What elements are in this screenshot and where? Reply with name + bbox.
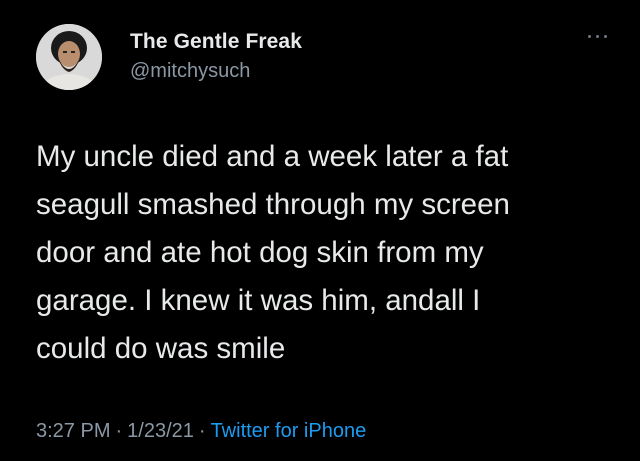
tweet-card: The Gentle Freak @mitchysuch My uncle di… xyxy=(0,0,640,461)
author-handle[interactable]: @mitchysuch xyxy=(130,60,250,83)
tweet-text: My uncle died and a week later a fat sea… xyxy=(36,140,510,365)
tweet-time[interactable]: 3:27 PM xyxy=(36,420,110,442)
more-options-icon[interactable] xyxy=(586,28,610,44)
dot xyxy=(596,35,599,38)
author-avatar[interactable] xyxy=(36,24,102,90)
tweet-metadata: 3:27 PM · 1/23/21 · Twitter for iPhone xyxy=(36,420,366,443)
separator: · xyxy=(198,420,206,442)
author-display-name[interactable]: The Gentle Freak xyxy=(130,30,302,54)
dot xyxy=(588,35,591,38)
dot xyxy=(604,35,607,38)
tweet-source-link[interactable]: Twitter for iPhone xyxy=(211,420,367,442)
user-avatar-icon xyxy=(36,24,102,90)
tweet-date[interactable]: 1/23/21 xyxy=(127,420,194,442)
separator: · xyxy=(115,420,123,442)
